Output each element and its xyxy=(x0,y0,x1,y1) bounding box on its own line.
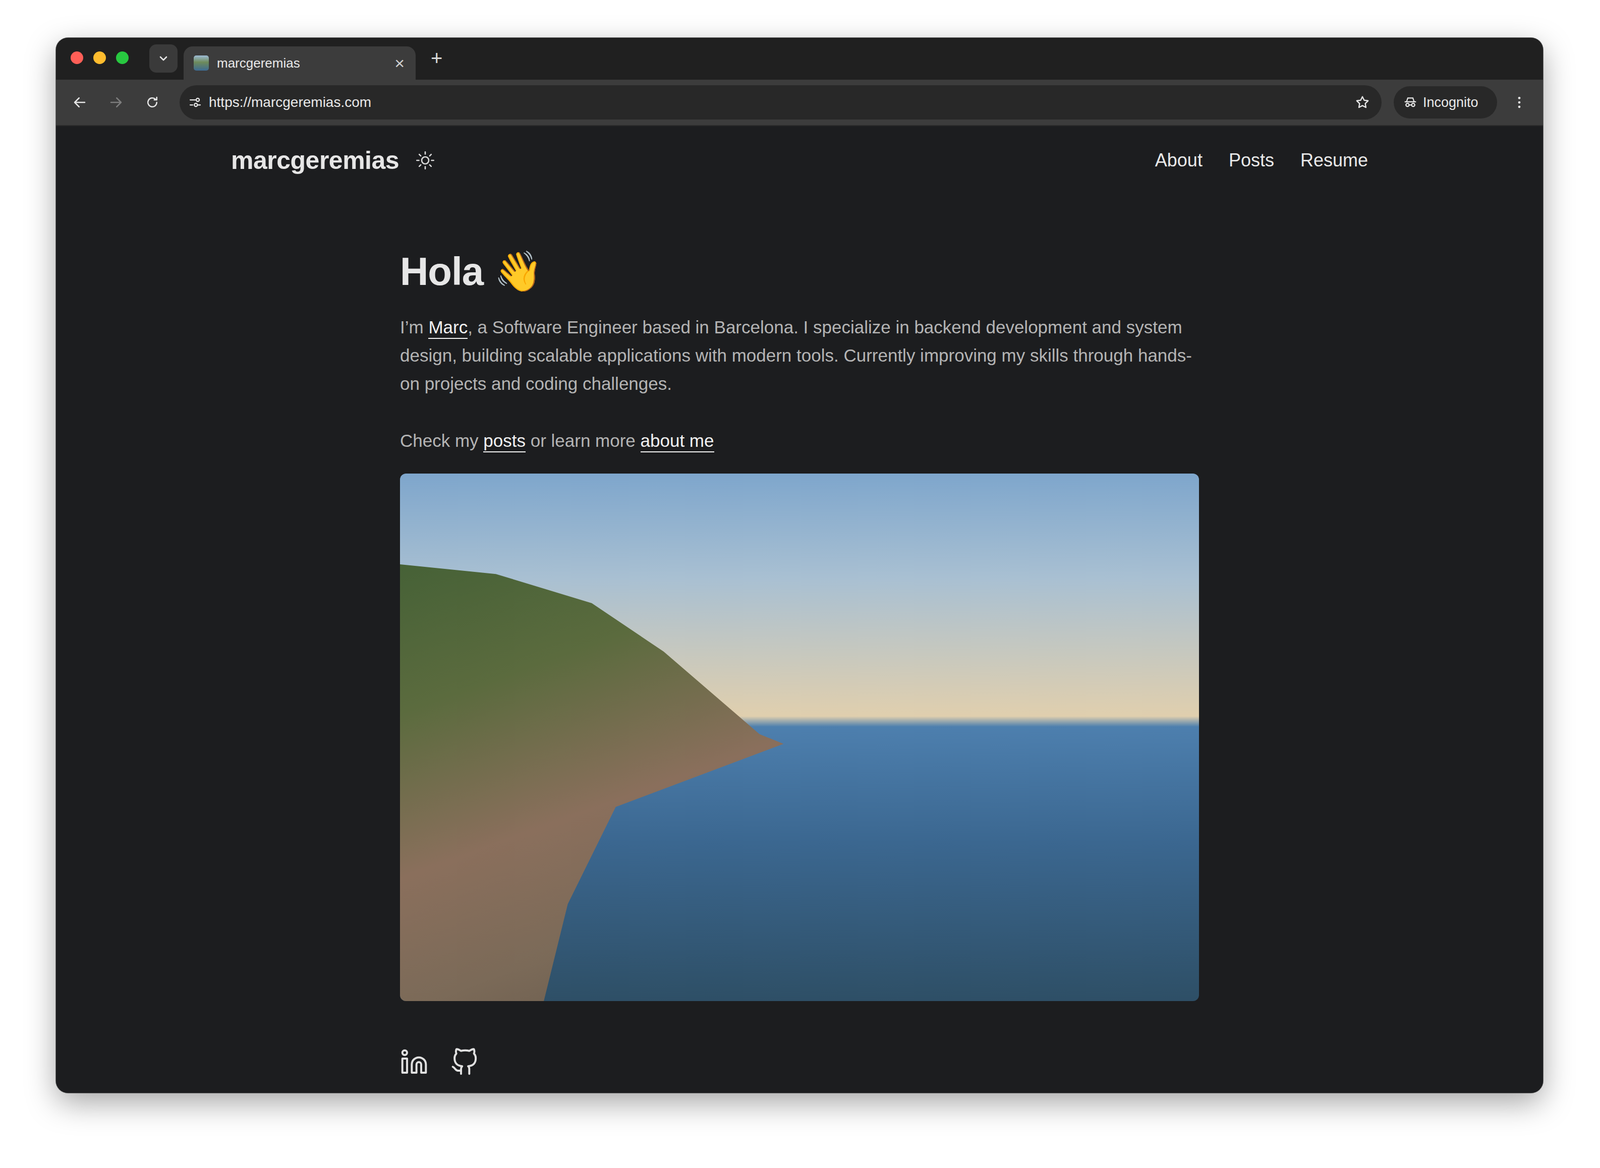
url-text: https://marcgeremias.com xyxy=(208,94,1349,111)
forward-button[interactable] xyxy=(101,88,131,117)
reload-icon xyxy=(144,94,160,110)
desktop: marcgeremias × + https://marcgeremias.co… xyxy=(0,0,1600,1168)
forward-arrow-icon xyxy=(108,94,124,110)
cta-paragraph: Check my posts or learn more about me xyxy=(400,426,1199,455)
text-link[interactable]: about me xyxy=(640,430,715,453)
brand: marcgeremias xyxy=(231,145,436,176)
bookmark-star-icon[interactable] xyxy=(1354,94,1371,111)
github-icon[interactable] xyxy=(450,1048,479,1077)
back-arrow-icon xyxy=(72,94,88,110)
browser-tab[interactable]: marcgeremias × xyxy=(183,46,416,80)
reload-button[interactable] xyxy=(138,88,167,117)
browser-window: marcgeremias × + https://marcgeremias.co… xyxy=(55,37,1544,1094)
greeting-heading: Hola 👋 xyxy=(400,247,1199,296)
incognito-icon xyxy=(1402,94,1418,110)
text-link[interactable]: posts xyxy=(483,430,526,453)
new-tab-button[interactable]: + xyxy=(430,47,443,69)
site-nav: About Posts Resume xyxy=(1155,145,1368,176)
wave-emoji: 👋 xyxy=(493,249,543,294)
incognito-label: Incognito xyxy=(1422,94,1479,111)
nav-link[interactable]: About xyxy=(1155,145,1203,176)
incognito-indicator[interactable]: Incognito xyxy=(1393,86,1498,119)
address-bar[interactable]: https://marcgeremias.com xyxy=(179,85,1382,120)
text-link[interactable]: Marc xyxy=(428,317,468,339)
nav-link[interactable]: Posts xyxy=(1228,145,1275,176)
close-window-button[interactable] xyxy=(70,51,84,65)
tab-title: marcgeremias xyxy=(216,55,387,72)
landscape-painting xyxy=(400,473,1199,1002)
browser-menu-button[interactable] xyxy=(1505,88,1534,117)
nav-link[interactable]: Resume xyxy=(1300,145,1368,176)
site-settings-icon xyxy=(187,94,203,110)
favicon-icon xyxy=(193,55,209,71)
minimize-window-button[interactable] xyxy=(93,51,106,65)
chevron-down-icon xyxy=(157,52,170,65)
site-logo[interactable]: marcgeremias xyxy=(231,145,399,176)
intro-paragraph: I’m Marc, a Software Engineer based in B… xyxy=(400,313,1199,398)
back-button[interactable] xyxy=(65,88,94,117)
tab-close-button[interactable]: × xyxy=(394,54,405,72)
social-links xyxy=(400,1048,1199,1077)
linkedin-icon[interactable] xyxy=(400,1048,429,1077)
tab-search-button[interactable] xyxy=(149,44,178,73)
toolbar: https://marcgeremias.com Incognito xyxy=(55,79,1544,127)
more-vertical-icon xyxy=(1511,94,1527,110)
site-header: marcgeremias About Posts Resume xyxy=(231,126,1368,176)
window-controls xyxy=(55,51,129,65)
main-content: Hola 👋 I’m Marc, a Software Engineer bas… xyxy=(400,175,1199,1077)
sun-theme-toggle-icon[interactable] xyxy=(415,150,436,171)
maximize-window-button[interactable] xyxy=(116,51,129,65)
web-page: marcgeremias About Posts Resume Hola 👋 I’m… xyxy=(55,126,1544,1094)
tab-strip: marcgeremias × + xyxy=(55,37,1544,80)
